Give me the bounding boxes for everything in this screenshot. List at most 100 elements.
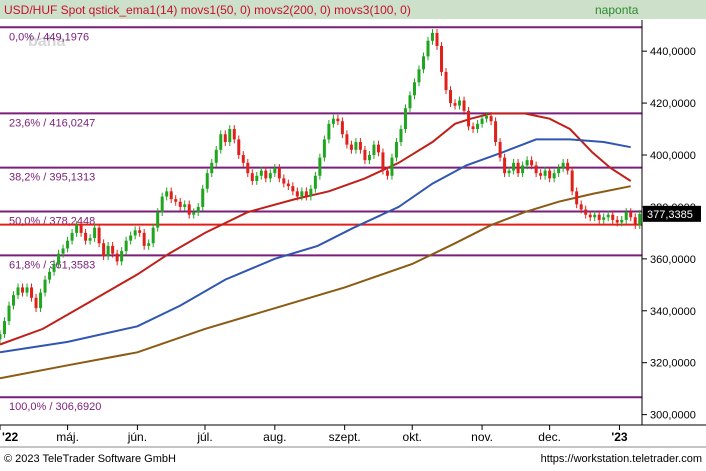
candle-body xyxy=(43,279,47,293)
candle-body xyxy=(467,110,471,127)
candle-body xyxy=(399,129,403,143)
candle-body xyxy=(237,139,241,155)
candle-body xyxy=(120,251,124,262)
candle-body xyxy=(417,69,421,83)
fib-label: 38,2% / 395,1313 xyxy=(9,172,95,184)
candle-body xyxy=(629,212,633,218)
candle-body xyxy=(246,162,250,174)
candle-body xyxy=(512,162,516,171)
candle-body xyxy=(584,209,588,215)
candle-body xyxy=(223,134,227,143)
candle-body xyxy=(381,152,385,171)
candle-body xyxy=(124,240,128,252)
footer-url[interactable]: https://workstation.teletrader.com xyxy=(541,453,702,465)
candle-body xyxy=(183,204,187,207)
candle-body xyxy=(575,191,579,205)
candle-body xyxy=(75,225,79,233)
candle-body xyxy=(611,214,615,220)
candle-body xyxy=(336,118,340,122)
candle-body xyxy=(304,191,308,197)
x-tick-label: szept. xyxy=(329,430,361,444)
candle-body xyxy=(169,191,173,200)
candle-body xyxy=(530,160,534,166)
candle-body xyxy=(597,214,601,220)
period-label[interactable]: naponta xyxy=(595,3,639,17)
candle-body xyxy=(372,144,376,155)
candle-body xyxy=(210,162,214,174)
candle-body xyxy=(138,230,142,233)
candle-body xyxy=(192,212,196,215)
candle-body xyxy=(70,232,74,241)
candle-body xyxy=(385,170,389,176)
candle-body xyxy=(498,142,502,158)
y-tick-label: 420,0000 xyxy=(650,98,696,110)
candle-body xyxy=(174,199,178,202)
candle-body xyxy=(214,149,218,163)
candle-body xyxy=(633,217,637,226)
candle-body xyxy=(394,142,398,158)
candle-body xyxy=(390,157,394,176)
candle-body xyxy=(354,142,358,150)
candle-body xyxy=(34,297,38,309)
candle-body xyxy=(552,173,556,179)
candle-body xyxy=(363,149,367,161)
candle-body xyxy=(201,188,205,207)
candle-body xyxy=(620,219,624,223)
candle-body xyxy=(471,126,475,130)
candle-body xyxy=(156,212,160,228)
candle-body xyxy=(7,305,11,322)
candle-body xyxy=(264,170,268,179)
candle-body xyxy=(196,206,200,213)
y-tick-label: 300,0000 xyxy=(650,410,696,422)
candle-body xyxy=(79,225,83,233)
candle-body xyxy=(322,139,326,158)
last-price-tag: 377,3385 xyxy=(643,205,701,222)
candle-body xyxy=(503,157,507,174)
candle-body xyxy=(421,56,425,70)
candle-body xyxy=(345,134,349,145)
candle-body xyxy=(3,321,7,335)
candle-body xyxy=(426,40,430,57)
candle-body xyxy=(282,178,286,184)
x-tick-label: nov. xyxy=(471,430,493,444)
candle-body xyxy=(327,123,331,140)
x-tick-label: dec. xyxy=(538,430,561,444)
candle-body xyxy=(57,253,61,265)
x-tick-label: '22 xyxy=(2,430,19,444)
x-tick-label: júl. xyxy=(196,430,212,444)
candle-body xyxy=(25,287,29,293)
candle-body xyxy=(539,173,543,176)
candle-body xyxy=(178,201,182,207)
candle-body xyxy=(548,170,552,179)
candle-body xyxy=(507,170,511,174)
footer-copyright: © 2023 TeleTrader Software GmbH xyxy=(4,453,176,465)
x-tick-label: '23 xyxy=(611,430,628,444)
candle-body xyxy=(588,214,592,218)
candle-body xyxy=(147,243,151,246)
candle-body xyxy=(268,173,272,179)
candle-body xyxy=(232,129,236,140)
candle-body xyxy=(606,214,610,218)
candle-body xyxy=(309,188,313,197)
candle-body xyxy=(561,162,565,168)
candle-body xyxy=(557,167,561,174)
candle-body xyxy=(66,240,70,249)
y-tick-label: 400,0000 xyxy=(650,150,696,162)
candle-body xyxy=(165,191,169,197)
candle-body xyxy=(97,227,101,244)
candle-body xyxy=(250,173,254,181)
candle-body xyxy=(489,116,493,122)
candle-body xyxy=(30,287,34,298)
candle-body xyxy=(480,118,484,124)
candle-body xyxy=(376,144,380,153)
candle-body xyxy=(458,100,462,106)
candle-body xyxy=(115,253,119,262)
candle-body xyxy=(205,173,209,189)
candle-body xyxy=(0,334,2,340)
candle-body xyxy=(440,45,444,72)
candle-body xyxy=(88,238,92,241)
candle-body xyxy=(331,118,335,124)
candle-body xyxy=(579,204,583,210)
candle-body xyxy=(160,196,164,213)
chart-container: USD/HUF Spot qstick_ema1(14) movs1(50, 0… xyxy=(0,0,706,466)
